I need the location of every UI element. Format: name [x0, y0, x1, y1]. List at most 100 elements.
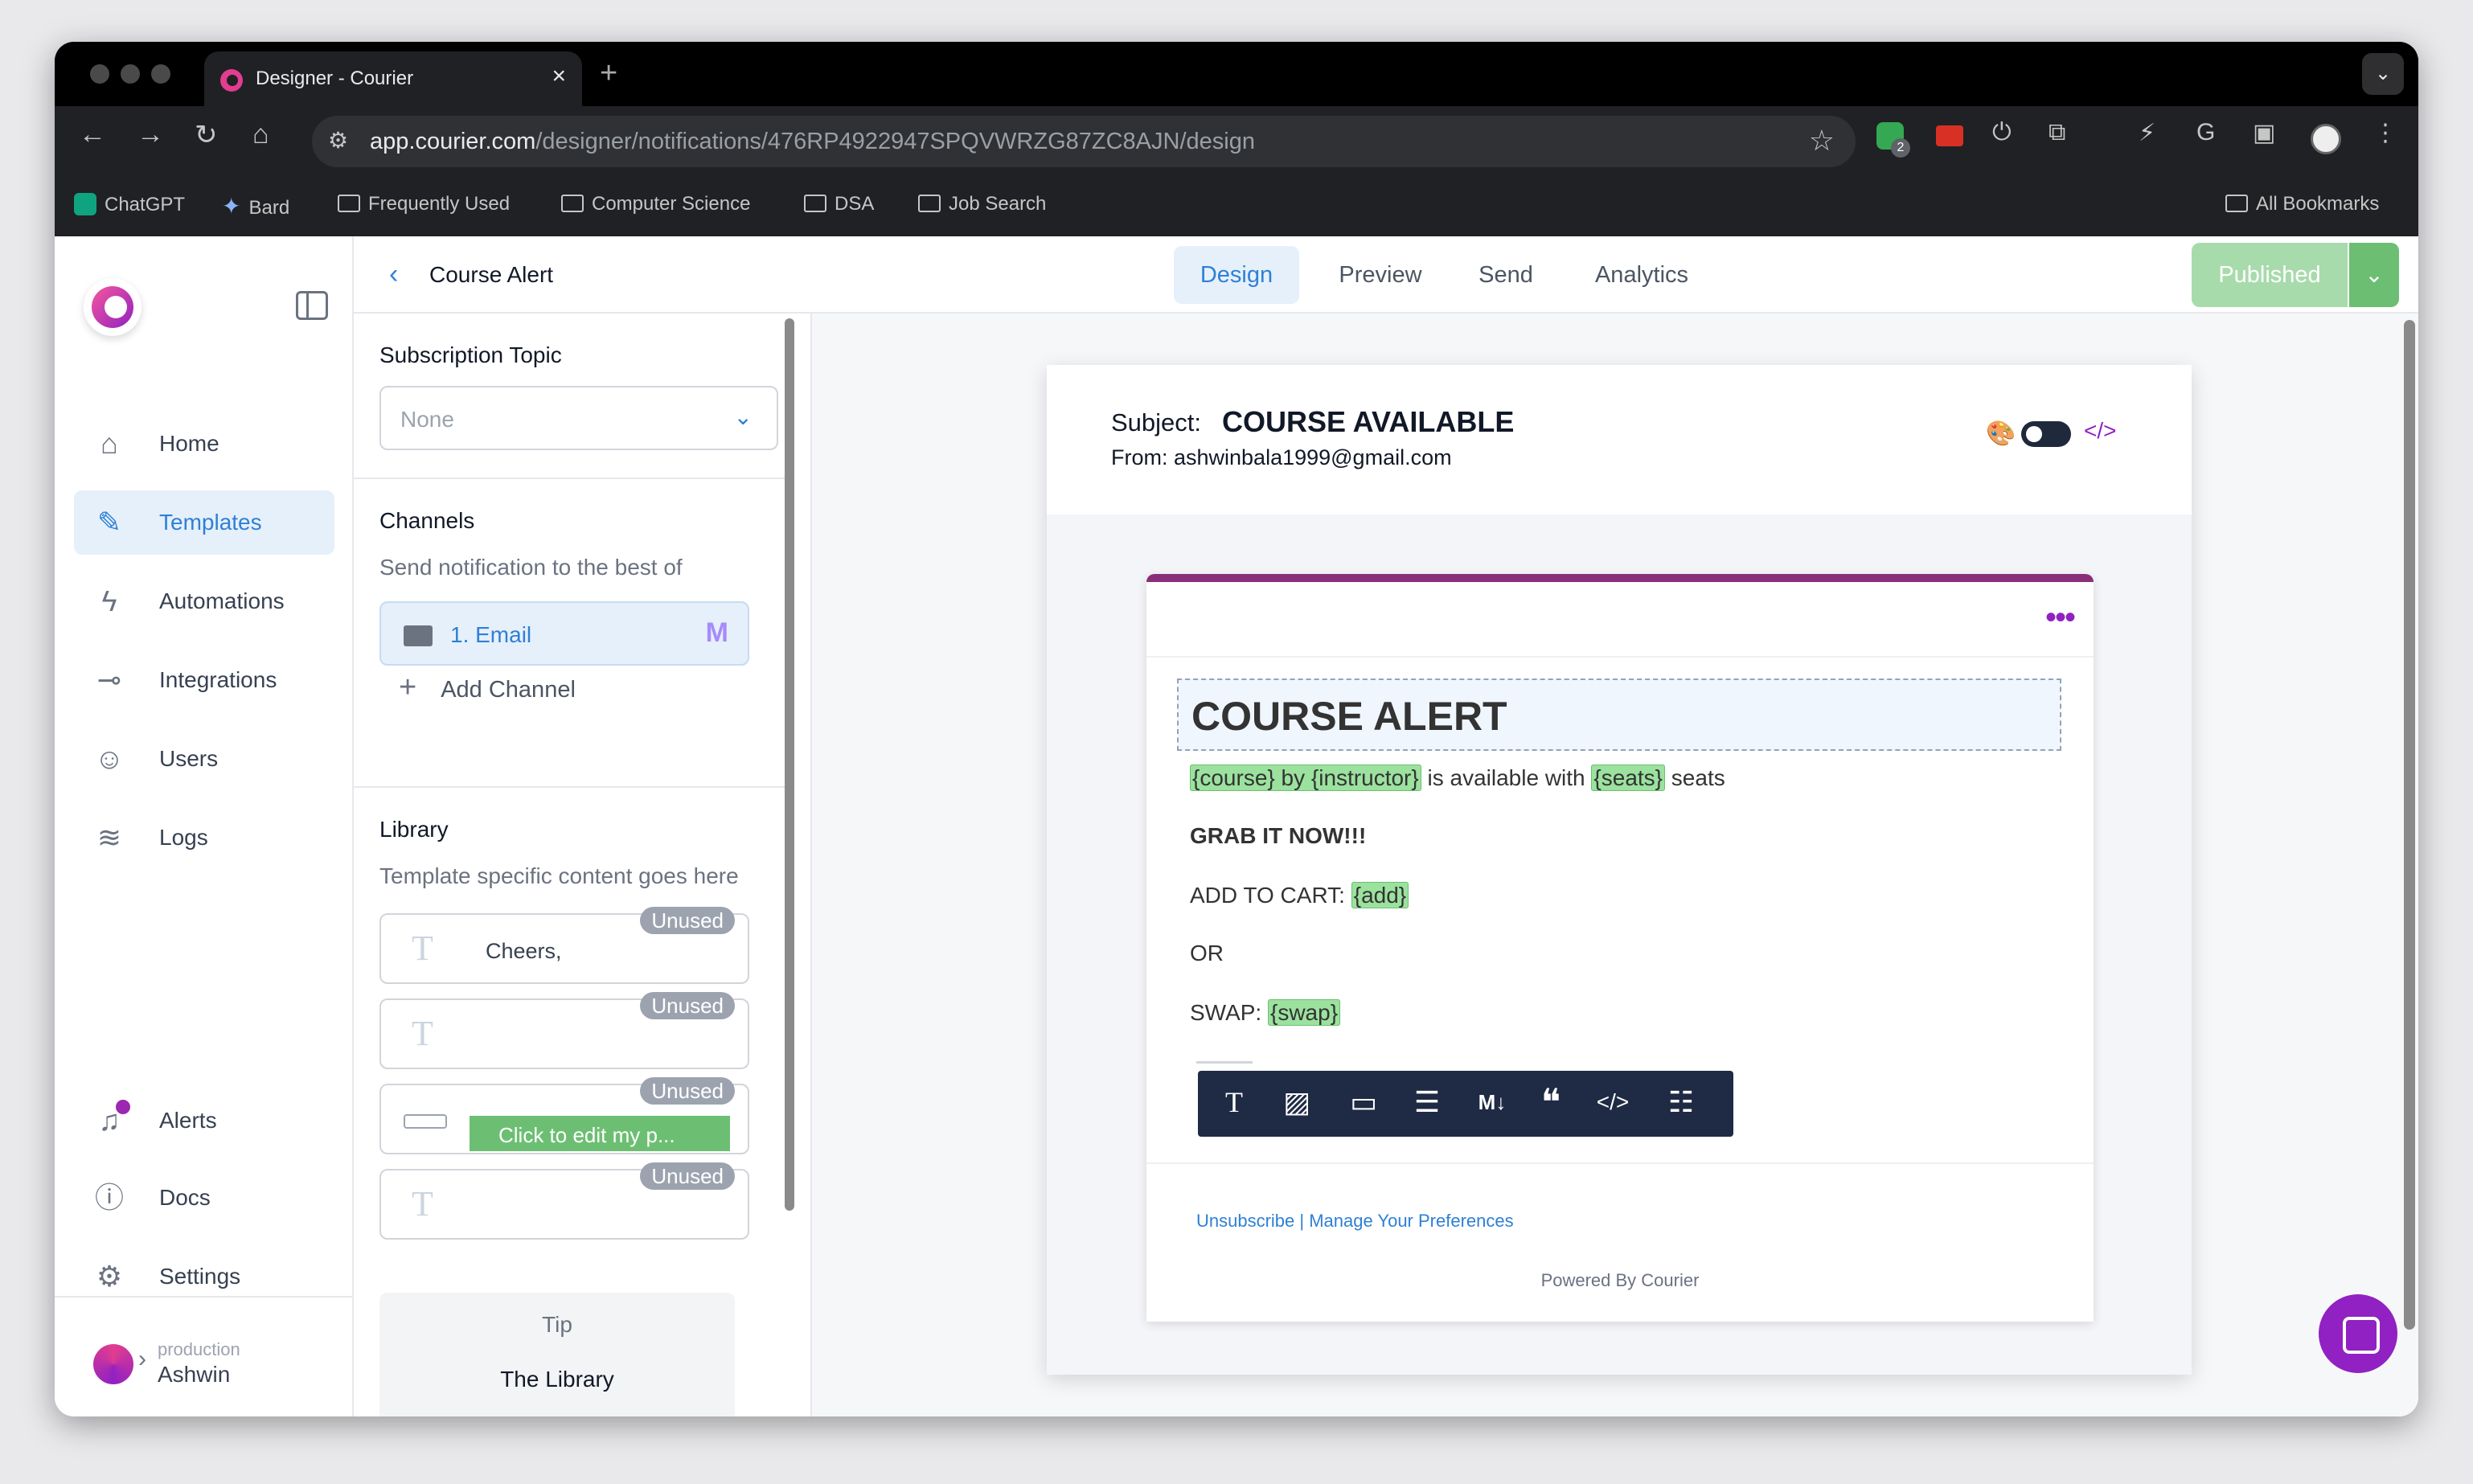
back-icon[interactable]: ← — [79, 119, 106, 150]
email-line-or[interactable]: OR — [1190, 941, 1224, 966]
close-window-button[interactable] — [90, 64, 109, 84]
markdown-icon[interactable]: M↓ — [1466, 1082, 1518, 1122]
email-line-grab[interactable]: GRAB IT NOW!!! — [1190, 823, 1366, 849]
sidebar-item-templates[interactable]: ✎ Templates — [74, 490, 334, 555]
bookmark-chatgpt[interactable]: ChatGPT — [74, 193, 185, 216]
email-line-add[interactable]: ADD TO CART: {add} — [1190, 882, 1409, 908]
bookmarks-bar: ChatGPT ✦ Bard Frequently Used Computer S… — [55, 180, 2418, 228]
text-block-icon: T — [412, 929, 433, 968]
publish-dropdown-chevron-icon[interactable]: ⌄ — [2349, 243, 2399, 307]
text-block-icon: T — [412, 1184, 433, 1224]
library-item-button[interactable]: Unused Click to edit my p... — [379, 1077, 749, 1154]
subject-value[interactable]: COURSE AVAILABLE — [1222, 405, 1514, 439]
sidebar-item-users[interactable]: ☺ Users — [74, 727, 334, 791]
sidebar-item-integrations[interactable]: ⊸ Integrations — [74, 648, 334, 712]
code-block-icon[interactable]: </> — [1590, 1082, 1635, 1122]
sidebar-item-label: Alerts — [159, 1108, 217, 1133]
environment-switcher[interactable]: › production Ashwin — [55, 1296, 352, 1416]
more-options-icon[interactable]: ••• — [2045, 600, 2076, 636]
panel-scrollbar[interactable] — [785, 318, 794, 1211]
subscription-topic-select[interactable]: None ⌄ — [379, 386, 778, 450]
lightning-extension-icon[interactable]: ⚡ — [2139, 119, 2155, 147]
tab-preview[interactable]: Preview — [1320, 246, 1441, 304]
unsubscribe-link[interactable]: Unsubscribe | Manage Your Preferences — [1196, 1211, 1514, 1232]
sidebar-item-logs[interactable]: ≋ Logs — [74, 806, 334, 870]
email-header: Subject: COURSE AVAILABLE From: ashwinba… — [1047, 365, 2192, 514]
tab-design[interactable]: Design — [1174, 246, 1299, 304]
url-host: app.courier.com — [370, 129, 536, 154]
sidebar-item-docs[interactable]: ⓘ Docs — [74, 1166, 334, 1230]
text-icon[interactable]: T — [1214, 1082, 1254, 1122]
channel-email[interactable]: 1. Email M — [379, 601, 749, 666]
chevron-down-icon: ⌄ — [733, 404, 753, 429]
bookmark-star-icon[interactable]: ☆ — [1809, 124, 1835, 158]
add-channel-button[interactable]: + Add Channel — [399, 670, 576, 705]
url-text[interactable]: app.courier.com/designer/notifications/4… — [370, 129, 1255, 155]
tip-label: Tip — [542, 1312, 572, 1337]
minimize-window-button[interactable] — [121, 64, 140, 84]
new-tab-icon[interactable]: + — [600, 56, 617, 91]
bookmark-job-search[interactable]: Job Search — [918, 193, 1046, 215]
sidebar-item-alerts[interactable]: ♫ Alerts — [74, 1088, 334, 1153]
home-browser-icon[interactable]: ⌂ — [252, 119, 269, 150]
template-settings-gear-icon[interactable]: ⚙ — [2415, 254, 2418, 295]
button-icon[interactable]: ▭ — [1339, 1082, 1388, 1122]
workspace-name: Ashwin — [158, 1362, 231, 1387]
sidebar-item-home[interactable]: ⌂ Home — [74, 412, 334, 476]
divider-icon[interactable]: ☰ — [1407, 1082, 1447, 1122]
address-bar[interactable]: ⚙ app.courier.com/designer/notifications… — [312, 116, 1856, 167]
library-item-text[interactable]: Unused T Cheers, — [379, 907, 749, 984]
library-item-text[interactable]: Unused T — [379, 992, 749, 1069]
bookmark-bard[interactable]: ✦ Bard — [222, 193, 289, 219]
code-icon[interactable]: </> — [2084, 418, 2116, 444]
email-heading-block[interactable]: COURSE ALERT — [1177, 678, 2061, 751]
folder-icon — [918, 195, 941, 212]
all-bookmarks[interactable]: All Bookmarks — [2225, 193, 2379, 215]
back-chevron-icon[interactable]: ‹ — [389, 259, 398, 290]
maximize-window-button[interactable] — [151, 64, 170, 84]
site-info-icon[interactable]: ⚙ — [328, 127, 348, 154]
select-value: None — [400, 407, 454, 432]
red-extension-icon[interactable] — [1936, 125, 1963, 146]
email-heading: COURSE ALERT — [1191, 694, 1507, 739]
collapse-sidebar-icon[interactable] — [296, 291, 328, 320]
image-icon[interactable]: ▨ — [1277, 1082, 1317, 1122]
bookmark-dsa[interactable]: DSA — [804, 193, 874, 215]
list-icon[interactable]: ☷ — [1653, 1082, 1709, 1122]
tab-send[interactable]: Send — [1462, 246, 1550, 304]
published-button[interactable]: Published — [2192, 243, 2348, 307]
bookmark-frequently-used[interactable]: Frequently Used — [338, 193, 510, 215]
courier-logo[interactable] — [84, 278, 141, 336]
channels-subtitle: Send notification to the best of — [379, 555, 683, 580]
tab-analytics[interactable]: Analytics — [1571, 246, 1712, 304]
divider — [354, 478, 785, 479]
tip-card: Tip The Library — [379, 1293, 735, 1416]
library-item-text[interactable]: Unused T — [379, 1162, 749, 1240]
puzzle-extensions-icon[interactable]: ⧉ — [2049, 119, 2065, 146]
reload-icon[interactable]: ↻ — [195, 119, 218, 151]
palette-icon[interactable]: 🎨 — [1986, 420, 2016, 448]
google-extension-icon[interactable]: G — [2196, 119, 2215, 146]
browser-tab[interactable]: Designer - Courier × — [204, 51, 582, 106]
quote-icon[interactable]: ❝ — [1531, 1082, 1571, 1122]
tab-close-icon[interactable]: × — [552, 63, 566, 90]
sidebar-item-automations[interactable]: ϟ Automations — [74, 569, 334, 633]
power-extension-icon[interactable]: ⏻ — [1992, 119, 2012, 146]
browser-chrome: Designer - Courier × + ⌄ ← → ↻ ⌂ ⚙ app.c… — [55, 42, 2418, 236]
profile-avatar[interactable] — [2311, 124, 2341, 154]
bookmark-computer-science[interactable]: Computer Science — [561, 193, 750, 215]
email-preview-frame: Subject: COURSE AVAILABLE From: ashwinba… — [1047, 365, 2192, 1375]
design-canvas: Subject: COURSE AVAILABLE From: ashwinba… — [812, 314, 2418, 1416]
info-icon: ⓘ — [94, 1181, 124, 1214]
canvas-scrollbar[interactable] — [2404, 320, 2415, 1330]
chat-support-icon[interactable] — [2319, 1294, 2397, 1373]
tab-search-chevron-icon[interactable]: ⌄ — [2362, 53, 2404, 95]
side-panel-icon[interactable]: ▣ — [2253, 119, 2275, 147]
email-line-course[interactable]: {course} by {instructor} is available wi… — [1190, 765, 1725, 791]
channels-title: Channels — [379, 508, 475, 533]
block-drag-handle[interactable] — [1196, 1061, 1253, 1064]
email-line-swap[interactable]: SWAP: {swap} — [1190, 999, 1341, 1026]
browser-menu-icon[interactable]: ⋮ — [2373, 119, 2397, 147]
forward-icon[interactable]: → — [137, 119, 164, 150]
code-view-toggle[interactable] — [2021, 421, 2071, 447]
